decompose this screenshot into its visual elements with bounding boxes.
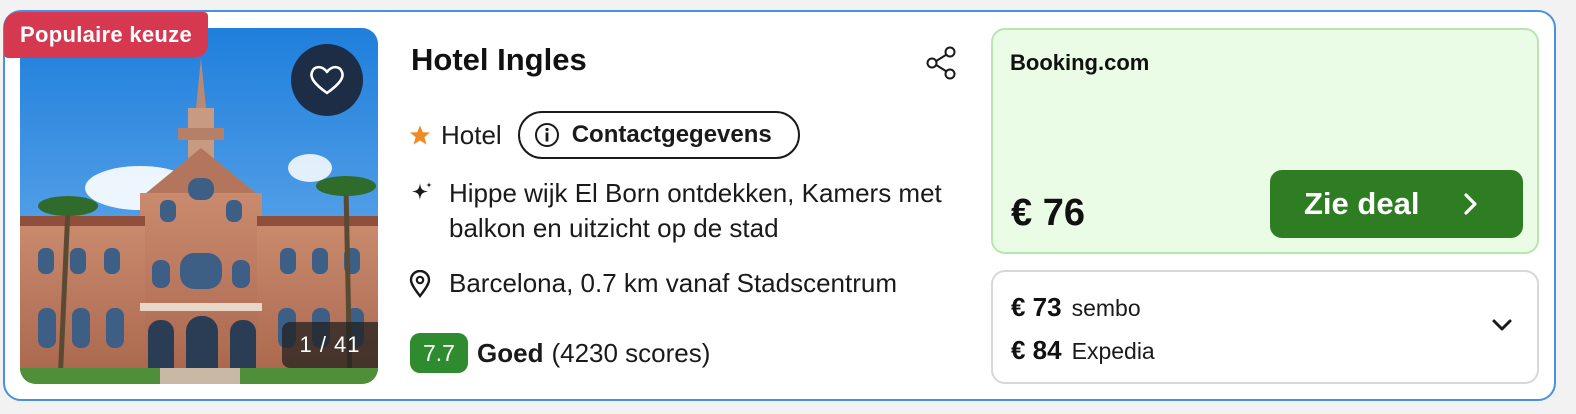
popular-choice-badge: Populaire keuze: [4, 12, 209, 58]
favorite-button[interactable]: [291, 44, 363, 116]
other-deal-row[interactable]: € 84 Expedia: [1011, 335, 1155, 366]
star-icon: [409, 125, 431, 145]
deal-price: € 76: [1011, 192, 1085, 234]
other-deal-provider: Expedia: [1071, 338, 1155, 364]
chevron-down-icon[interactable]: [1491, 318, 1513, 332]
other-deal-price: € 84: [1011, 335, 1062, 365]
other-deals-panel[interactable]: € 73 sembo € 84 Expedia: [991, 270, 1539, 384]
hotel-location: Barcelona, 0.7 km vanaf Stadscentrum: [449, 268, 898, 298]
contact-details-button[interactable]: Contactgegevens: [517, 111, 800, 159]
other-deal-price: € 73: [1011, 292, 1062, 322]
other-deal-row[interactable]: € 73 sembo: [1011, 292, 1141, 323]
hotel-name[interactable]: Hotel Ingles: [411, 42, 587, 78]
description-row: Hippe wijk El Born ontdekken, Kamers met…: [409, 176, 959, 246]
contact-details-label: Contactgegevens: [571, 121, 772, 148]
sparkle-icon: [412, 182, 432, 200]
info-icon: [534, 123, 559, 147]
share-button[interactable]: [922, 44, 960, 82]
deal-provider: Booking.com: [1010, 50, 1150, 75]
hotel-description: Hippe wijk El Born ontdekken, Kamers met…: [449, 178, 942, 243]
map-pin-icon: [409, 269, 431, 298]
rating-row[interactable]: 7.7 Goed (4230 scores): [410, 333, 710, 373]
view-deal-button[interactable]: Zie deal: [1270, 170, 1523, 238]
photo-counter: 1 / 41: [282, 322, 378, 368]
accommodation-type-row: Hotel Contactgegevens: [409, 111, 800, 159]
chevron-right-icon: [1464, 193, 1477, 215]
rating-label: Goed: [477, 337, 544, 368]
accommodation-type: Hotel: [441, 119, 502, 150]
share-icon: [926, 46, 956, 80]
rating-score-badge: 7.7: [410, 333, 468, 373]
top-deal-panel[interactable]: Booking.com € 76 Zie deal: [991, 28, 1539, 254]
location-row: Barcelona, 0.7 km vanaf Stadscentrum: [409, 268, 897, 299]
view-deal-label: Zie deal: [1304, 186, 1420, 221]
heart-icon: [310, 65, 344, 95]
rating-count: (4230 scores): [551, 337, 711, 368]
other-deal-provider: sembo: [1071, 295, 1141, 321]
